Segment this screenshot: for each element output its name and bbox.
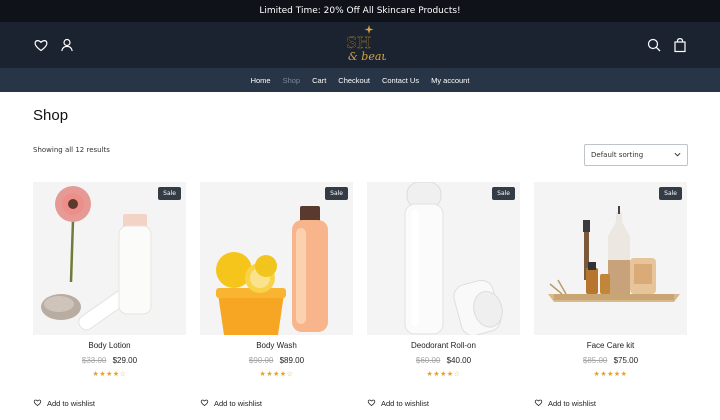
result-count: Showing all 12 results [33,146,110,154]
star-rating: ★★★★☆ [200,370,353,378]
product-image[interactable]: Sale [33,182,186,335]
sale-badge: Sale [492,187,515,200]
page-title: Shop [33,107,69,124]
sale-price: $75.00 [613,356,639,365]
sale-badge: Sale [659,187,682,200]
heart-icon [200,398,209,409]
svg-text:& beauty: & beauty [348,50,386,63]
user-icon[interactable] [59,37,75,53]
star-icon: ★ [273,371,280,378]
star-icon: ★ [106,371,113,378]
star-rating: ★★★★☆ [33,370,186,378]
add-to-wishlist[interactable]: Add to wishlist [33,398,95,409]
product-price: $33.00 $29.00 [33,356,186,365]
product-name[interactable]: Body Wash [200,341,353,350]
product-image[interactable]: Sale [200,182,353,335]
nav-checkout[interactable]: Checkout [332,76,376,85]
nav-contact-us[interactable]: Contact Us [376,76,425,85]
star-empty-icon: ☆ [453,371,461,378]
product-card[interactable]: Sale Face Care kit $85.00 $75.00 ★★★★★ A… [534,182,687,408]
product-name[interactable]: Deodorant Roll-on [367,341,520,350]
sale-price: $89.00 [279,356,305,365]
bag-icon[interactable] [672,37,688,53]
star-rating: ★★★★★ [534,370,687,378]
add-to-wishlist[interactable]: Add to wishlist [200,398,262,409]
product-name[interactable]: Face Care kit [534,341,687,350]
product-price: $85.00 $75.00 [534,356,687,365]
product-price: $90.00 $89.00 [200,356,353,365]
star-icon: ★ [607,371,614,378]
original-price: $60.00 [415,356,441,365]
product-name[interactable]: Body Lotion [33,341,186,350]
sale-price: $29.00 [112,356,138,365]
nav-home[interactable]: Home [245,76,277,85]
nav-my-account[interactable]: My account [425,76,475,85]
star-rating: ★★★★☆ [367,370,520,378]
promo-text: Limited Time: 20% Off All Skincare Produ… [259,6,461,16]
nav-shop[interactable]: Shop [277,76,307,85]
promo-bar: Limited Time: 20% Off All Skincare Produ… [0,0,720,22]
chevron-down-icon [674,151,681,160]
original-price: $90.00 [248,356,274,365]
product-image[interactable]: Sale [534,182,687,335]
site-logo[interactable]: SH & beauty [338,24,400,66]
sale-badge: Sale [325,187,348,200]
site-header: SH & beauty [0,22,720,68]
star-icon: ★ [613,371,621,378]
sort-selected: Default sorting [591,151,644,159]
star-icon: ★ [620,371,628,378]
product-card[interactable]: Sale Body Wash $90.00 $89.00 ★★★★☆ Add t… [200,182,353,408]
product-image[interactable]: Sale [367,182,520,335]
add-to-wishlist[interactable]: Add to wishlist [534,398,596,409]
star-icon: ★ [440,371,447,378]
add-to-wishlist[interactable]: Add to wishlist [367,398,429,409]
product-price: $60.00 $40.00 [367,356,520,365]
star-icon: ★ [446,371,454,378]
search-icon[interactable] [646,37,662,53]
wishlist-label: Add to wishlist [47,399,95,408]
wishlist-label: Add to wishlist [548,399,596,408]
product-card[interactable]: Sale Body Lotion $33.00 $29.00 ★★★★☆ Add… [33,182,186,408]
star-icon: ★ [279,371,287,378]
wishlist-label: Add to wishlist [381,399,429,408]
heart-icon [367,398,376,409]
star-icon: ★ [112,371,120,378]
sort-dropdown[interactable]: Default sorting [584,144,688,166]
star-empty-icon: ☆ [286,371,294,378]
wishlist-label: Add to wishlist [214,399,262,408]
sale-badge: Sale [158,187,181,200]
star-empty-icon: ☆ [119,371,127,378]
product-card[interactable]: Sale Deodorant Roll-on $60.00 $40.00 ★★★… [367,182,520,408]
heart-icon [33,398,42,409]
original-price: $33.00 [81,356,107,365]
sale-price: $40.00 [446,356,472,365]
nav-cart[interactable]: Cart [306,76,332,85]
heart-icon[interactable] [33,37,49,53]
original-price: $85.00 [582,356,608,365]
main-nav: Home Shop Cart Checkout Contact Us My ac… [0,68,720,92]
heart-icon [534,398,543,409]
